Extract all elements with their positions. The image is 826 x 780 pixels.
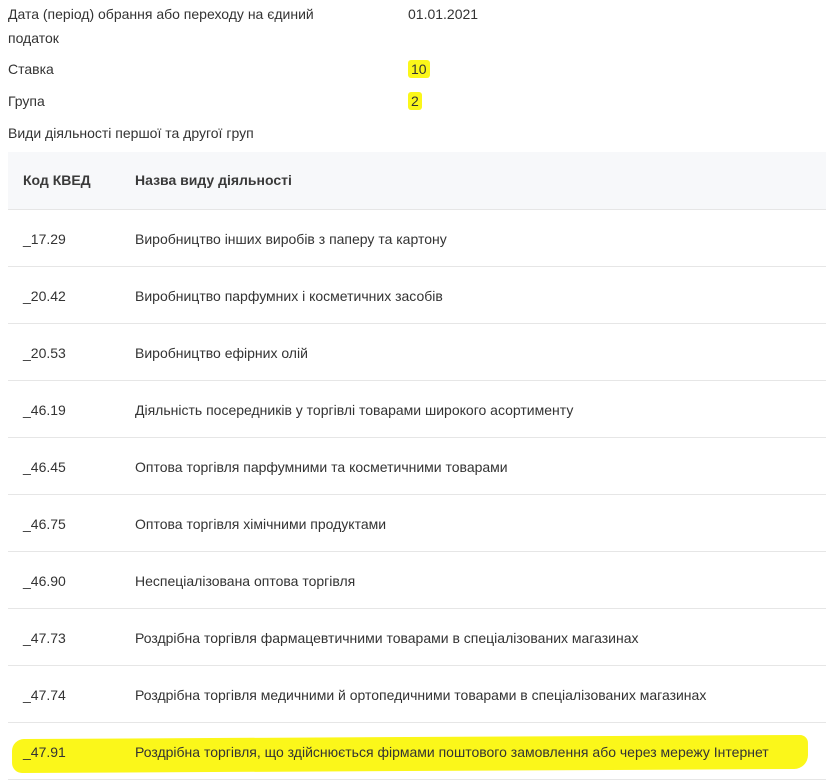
activity-name: Роздрібна торгівля, що здійснюється фірм…: [135, 744, 769, 760]
kved-code: _20.42: [23, 288, 66, 304]
group-label: Група: [8, 93, 45, 109]
kved-code: _46.90: [23, 573, 66, 589]
table-row: _20.42 Виробництво парфумних і косметичн…: [8, 267, 826, 324]
activity-name: Оптова торгівля парфумними та косметични…: [135, 459, 508, 475]
date-label-line2: податок: [8, 30, 59, 46]
kved-code: _47.91: [23, 744, 66, 760]
kved-code: _20.53: [23, 345, 66, 361]
column-header-code: Код КВЕД: [23, 172, 91, 188]
rate-value-highlight: 10: [408, 60, 430, 78]
activity-name: Діяльність посередників у торгівлі товар…: [135, 402, 574, 418]
kved-code: _46.45: [23, 459, 66, 475]
activity-name: Неспеціалізована оптова торгівля: [135, 573, 356, 589]
table-row: _46.45 Оптова торгівля парфумними та кос…: [8, 438, 826, 495]
activity-name: Виробництво парфумних і косметичних засо…: [135, 288, 443, 304]
activity-name: Виробництво інших виробів з паперу та ка…: [135, 231, 447, 247]
kved-code: _47.74: [23, 687, 66, 703]
table-row: _46.75 Оптова торгівля хімічними продукт…: [8, 495, 826, 552]
kved-code: _46.19: [23, 402, 66, 418]
date-label-line1: Дата (період) обрання або переходу на єд…: [8, 6, 314, 22]
rate-label: Ставка: [8, 61, 54, 77]
kved-code: _47.73: [23, 630, 66, 646]
kved-table: Код КВЕД Назва виду діяльності _17.29 Ви…: [8, 152, 826, 780]
table-row: _47.73 Роздрібна торгівля фармацевтичним…: [8, 609, 826, 666]
kved-code: _46.75: [23, 516, 66, 532]
column-header-name: Назва виду діяльності: [135, 172, 292, 188]
table-row: _46.19 Діяльність посередників у торгівл…: [8, 381, 826, 438]
table-row: _17.29 Виробництво інших виробів з папер…: [8, 210, 826, 267]
table-header: Код КВЕД Назва виду діяльності: [8, 152, 826, 210]
date-value: 01.01.2021: [408, 6, 479, 22]
table-row: _47.74 Роздрібна торгівля медичними й ор…: [8, 666, 826, 723]
group-value-highlight: 2: [408, 92, 422, 110]
activity-name: Роздрібна торгівля фармацевтичними товар…: [135, 630, 639, 646]
kved-code: _17.29: [23, 231, 66, 247]
activities-label: Види діяльності першої та другої груп: [8, 125, 254, 141]
activity-name: Оптова торгівля хімічними продуктами: [135, 516, 387, 532]
activity-name: Роздрібна торгівля медичними й ортопедич…: [135, 687, 707, 703]
group-value: 2: [408, 89, 422, 113]
rate-value: 10: [408, 57, 430, 81]
date-label: Дата (період) обрання або переходу на єд…: [8, 2, 348, 50]
table-row-highlighted: _47.91 Роздрібна торгівля, що здійснюєть…: [8, 723, 826, 780]
table-row: _20.53 Виробництво ефірних олій: [8, 324, 826, 381]
activity-name: Виробництво ефірних олій: [135, 345, 308, 361]
table-row: _46.90 Неспеціалізована оптова торгівля: [8, 552, 826, 609]
